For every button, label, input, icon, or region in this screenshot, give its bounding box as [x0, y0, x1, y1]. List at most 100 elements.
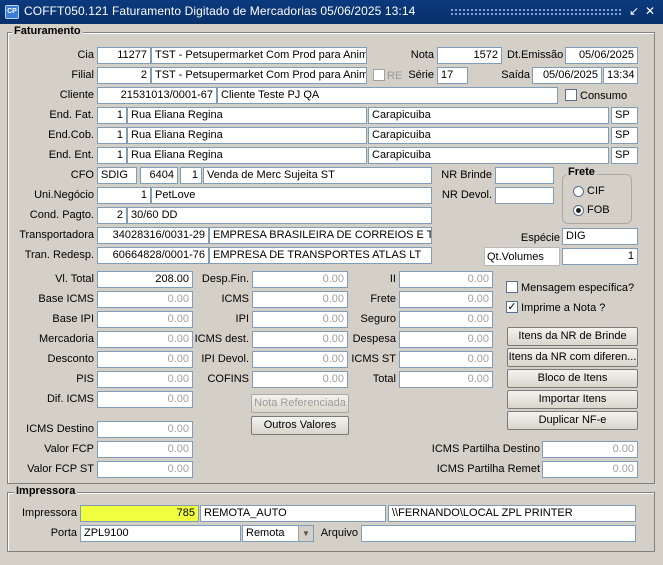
ipi-devol-field[interactable]: 0.00: [252, 351, 348, 368]
base-ipi-field[interactable]: 0.00: [97, 311, 193, 328]
icms-dest-field[interactable]: 0.00: [252, 331, 348, 348]
impressora-path-field[interactable]: \\FERNANDO\LOCAL ZPL PRINTER: [388, 505, 636, 522]
filial-code-field[interactable]: 2: [97, 67, 151, 84]
desp-fin-field[interactable]: 0.00: [252, 271, 348, 288]
duplicar-nfe-button[interactable]: Duplicar NF-e: [507, 411, 638, 430]
tran-redesp-label: Tran. Redesp.: [24, 249, 94, 261]
end-ent-num-field[interactable]: 1: [97, 147, 127, 164]
valor-fcp-field[interactable]: 0.00: [97, 441, 193, 458]
pis-field[interactable]: 0.00: [97, 371, 193, 388]
serie-field[interactable]: 17: [437, 67, 468, 84]
nr-devol-field[interactable]: [495, 187, 554, 204]
tran-redesp-name-field[interactable]: EMPRESA DE TRANSPORTES ATLAS LT: [209, 247, 432, 264]
frete-cif-radio[interactable]: [573, 186, 584, 197]
importar-itens-button[interactable]: Importar Itens: [507, 390, 638, 409]
cfo-desc-field[interactable]: Venda de Merc Sujeita ST: [203, 167, 432, 184]
outros-valores-button[interactable]: Outros Valores: [251, 416, 349, 435]
icms-field[interactable]: 0.00: [252, 291, 348, 308]
frete-value-field[interactable]: 0.00: [399, 291, 493, 308]
cliente-name-field[interactable]: Cliente Teste PJ QA: [217, 87, 558, 104]
title-bar[interactable]: CP COFFT050.121 Faturamento Digitado de …: [0, 0, 663, 24]
imprime-nota-checkbox[interactable]: ✓: [506, 301, 518, 313]
especie-label: Espécie: [520, 232, 560, 244]
restore-icon[interactable]: ↙: [627, 4, 641, 19]
bloco-itens-button[interactable]: Bloco de Itens: [507, 369, 638, 388]
impressora-name-field[interactable]: REMOTA_AUTO: [200, 505, 386, 522]
valor-fcp-label: Valor FCP: [44, 443, 94, 455]
end-fat-city-field[interactable]: Carapicuiba: [368, 107, 609, 124]
ipi-label: IPI: [235, 313, 249, 325]
icms-partilha-destino-field[interactable]: 0.00: [542, 441, 638, 458]
cond-pagto-code-field[interactable]: 2: [97, 207, 127, 224]
end-fat-label: End. Fat.: [49, 109, 94, 121]
despesa-field[interactable]: 0.00: [399, 331, 493, 348]
end-cob-uf-field[interactable]: SP: [611, 127, 638, 144]
valor-fcp-st-field[interactable]: 0.00: [97, 461, 193, 478]
saida-time-field[interactable]: 13:34: [603, 67, 638, 84]
base-ipi-label: Base IPI: [52, 313, 94, 325]
total-field[interactable]: 0.00: [399, 371, 493, 388]
qt-volumes-field[interactable]: 1: [562, 248, 638, 265]
itens-nr-diferen-button[interactable]: Itens da NR com diferen...: [507, 348, 638, 367]
nr-brinde-field[interactable]: [495, 167, 554, 184]
end-fat-num-field[interactable]: 1: [97, 107, 127, 124]
base-icms-field[interactable]: 0.00: [97, 291, 193, 308]
frete-fob-label: FOB: [587, 204, 610, 216]
mensagem-especifica-checkbox[interactable]: [506, 281, 518, 293]
frete-value-label: Frete: [370, 293, 396, 305]
mercadoria-field[interactable]: 0.00: [97, 331, 193, 348]
cond-pagto-label: Cond. Pagto.: [29, 209, 94, 221]
end-cob-num-field[interactable]: 1: [97, 127, 127, 144]
end-ent-uf-field[interactable]: SP: [611, 147, 638, 164]
end-fat-uf-field[interactable]: SP: [611, 107, 638, 124]
nota-field[interactable]: 1572: [437, 47, 502, 64]
transportadora-cnpj-field[interactable]: 34028316/0031-29: [97, 227, 209, 244]
close-icon[interactable]: ✕: [643, 4, 657, 19]
ii-field[interactable]: 0.00: [399, 271, 493, 288]
porta-field[interactable]: ZPL9100: [80, 525, 241, 542]
porta-mode-value: Remota: [246, 527, 285, 539]
icms-st-field[interactable]: 0.00: [399, 351, 493, 368]
chevron-down-icon[interactable]: ▼: [298, 526, 313, 541]
re-label: RE: [387, 70, 403, 82]
dt-emissao-field[interactable]: 05/06/2025: [565, 47, 638, 64]
end-fat-street-field[interactable]: Rua Eliana Regina: [127, 107, 367, 124]
re-checkbox[interactable]: [373, 69, 385, 81]
vl-total-field[interactable]: 208.00: [97, 271, 193, 288]
cia-name-field[interactable]: TST - Petsupermarket Com Prod para Anima: [151, 47, 367, 64]
tran-redesp-cnpj-field[interactable]: 60664828/0001-76: [97, 247, 209, 264]
transportadora-name-field[interactable]: EMPRESA BRASILEIRA DE CORREIOS E TELE: [209, 227, 432, 244]
seguro-field[interactable]: 0.00: [399, 311, 493, 328]
cliente-code-field[interactable]: 21531013/0001-67: [97, 87, 217, 104]
end-cob-label: End.Cob.: [48, 129, 94, 141]
especie-field[interactable]: DIG: [562, 228, 638, 245]
cond-pagto-desc-field[interactable]: 30/60 DD: [127, 207, 432, 224]
cia-label: Cia: [77, 49, 94, 61]
cia-code-field[interactable]: 11277: [97, 47, 151, 64]
arquivo-field[interactable]: [361, 525, 636, 542]
filial-name-field[interactable]: TST - Petsupermarket Com Prod para Anima: [151, 67, 367, 84]
despesa-label: Despesa: [352, 333, 396, 345]
cfo-sigla-field[interactable]: SDIG: [97, 167, 137, 184]
uni-negocio-name-field[interactable]: PetLove: [151, 187, 432, 204]
cfo-code-field[interactable]: 6404: [140, 167, 178, 184]
nota-referenciada-button[interactable]: Nota Referenciada: [251, 394, 349, 413]
consumo-checkbox[interactable]: [565, 89, 577, 101]
impressora-code-field[interactable]: 785: [80, 505, 199, 522]
saida-date-field[interactable]: 05/06/2025: [532, 67, 602, 84]
end-cob-street-field[interactable]: Rua Eliana Regina: [127, 127, 367, 144]
frete-fob-radio[interactable]: [573, 205, 584, 216]
cofins-field[interactable]: 0.00: [252, 371, 348, 388]
icms-partilha-remet-field[interactable]: 0.00: [542, 461, 638, 478]
end-ent-street-field[interactable]: Rua Eliana Regina: [127, 147, 367, 164]
end-ent-city-field[interactable]: Carapicuiba: [368, 147, 609, 164]
ipi-field[interactable]: 0.00: [252, 311, 348, 328]
cfo-seq-field[interactable]: 1: [180, 167, 202, 184]
itens-nr-brinde-button[interactable]: Itens da NR de Brinde: [507, 327, 638, 346]
desconto-field[interactable]: 0.00: [97, 351, 193, 368]
end-cob-city-field[interactable]: Carapicuiba: [368, 127, 609, 144]
uni-negocio-code-field[interactable]: 1: [97, 187, 151, 204]
dif-icms-field[interactable]: 0.00: [97, 391, 193, 408]
nota-label: Nota: [410, 49, 434, 61]
icms-destino-field[interactable]: 0.00: [97, 421, 193, 438]
